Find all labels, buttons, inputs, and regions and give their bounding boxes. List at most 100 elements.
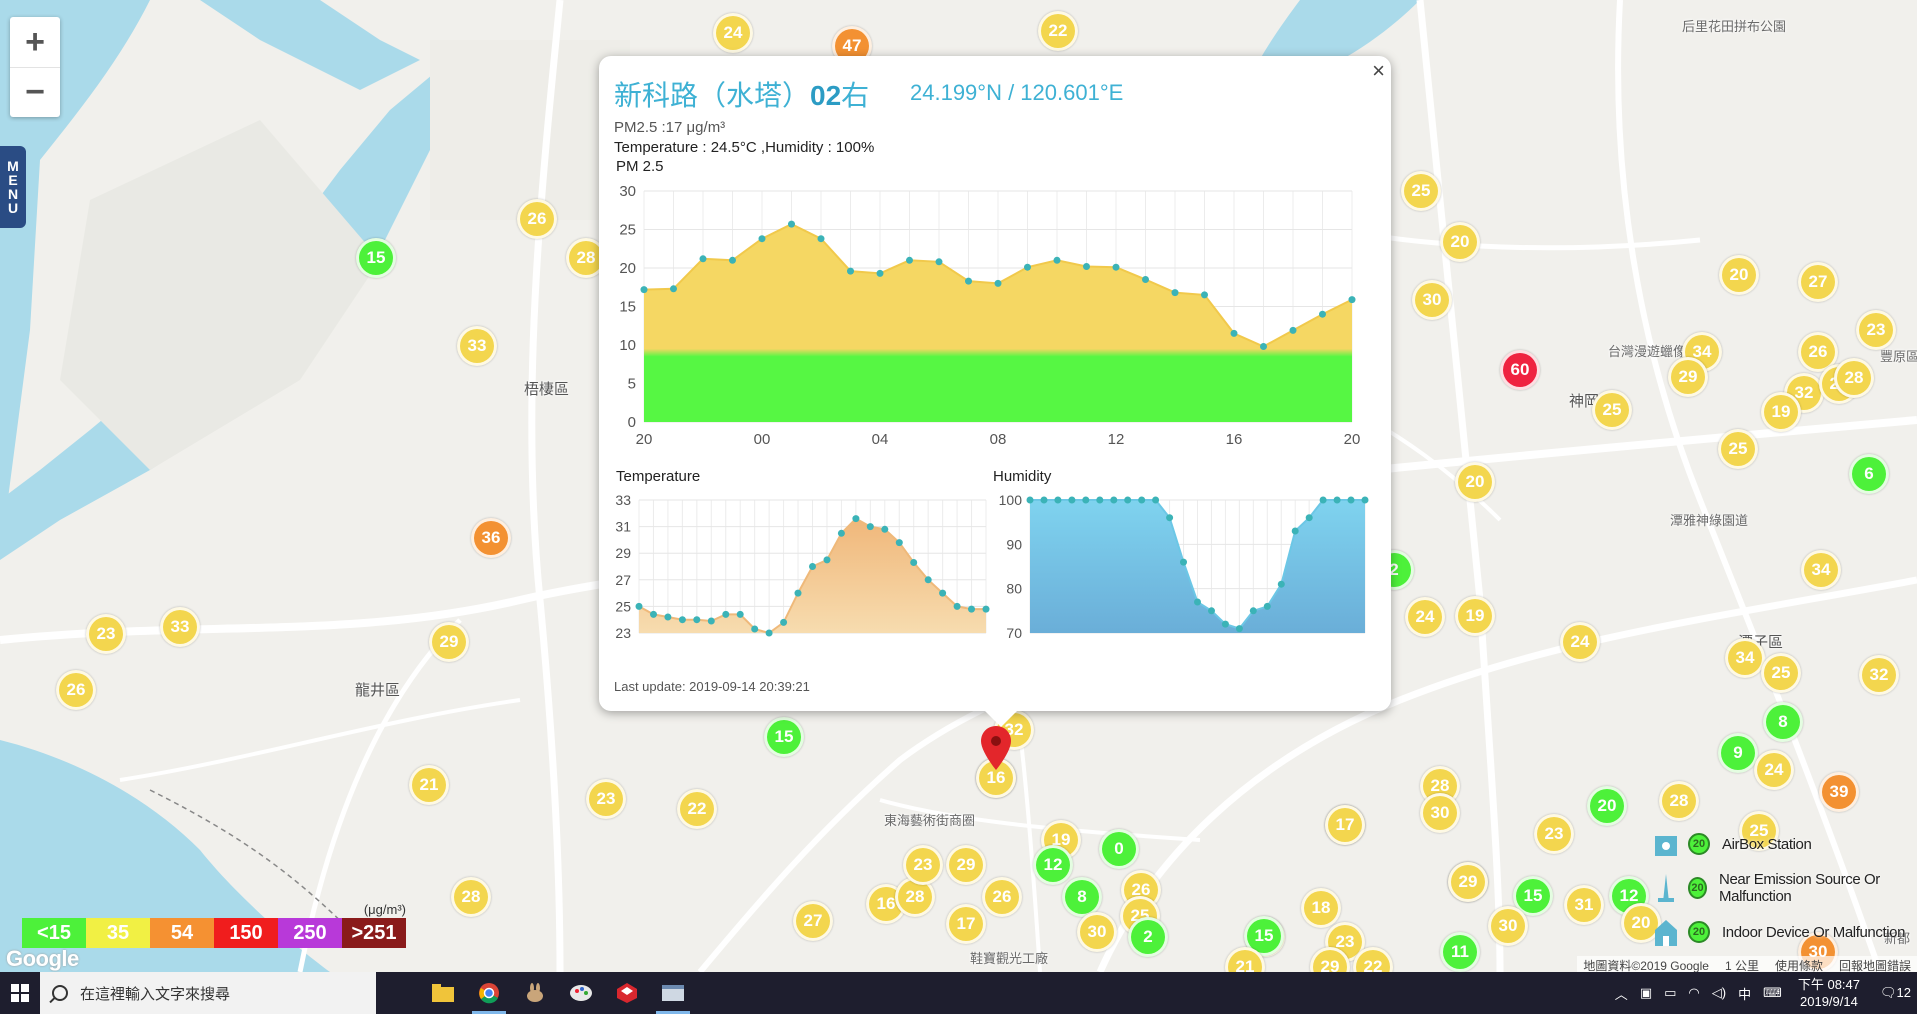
data-point bbox=[1291, 527, 1299, 535]
airbox-marker[interactable]: 17 bbox=[1325, 805, 1365, 845]
airbox-marker[interactable]: 25 bbox=[1401, 171, 1441, 211]
data-point bbox=[1054, 496, 1062, 504]
airbox-marker[interactable]: 8 bbox=[1763, 702, 1803, 742]
charts-svg: 0 5 10 15 20 25 30 20 00 04 08 12 16 20 23 25 27 29 31 33 70… bbox=[615, 183, 1369, 641]
airbox-marker[interactable]: 30 bbox=[1077, 912, 1117, 952]
keyboard-icon[interactable]: ⌨ bbox=[1763, 985, 1782, 1001]
airbox-marker[interactable]: 17 bbox=[946, 904, 986, 944]
airbox-marker[interactable]: 15 bbox=[356, 238, 396, 278]
airbox-marker[interactable]: 26 bbox=[56, 670, 96, 710]
map-label: 后里花田拼布公園 bbox=[1682, 19, 1787, 34]
airbox-marker[interactable]: 23 bbox=[86, 614, 126, 654]
app-button[interactable] bbox=[558, 972, 604, 1014]
airbox-marker[interactable]: 23 bbox=[1856, 310, 1896, 350]
airbox-marker[interactable]: 26 bbox=[982, 877, 1022, 917]
airbox-marker[interactable]: 24 bbox=[1405, 597, 1445, 637]
data-point bbox=[982, 605, 990, 613]
location-pin-icon[interactable] bbox=[979, 724, 1013, 772]
airbox-marker[interactable]: 20 bbox=[1455, 462, 1495, 502]
airbox-marker[interactable]: 24 bbox=[1754, 750, 1794, 790]
airbox-marker[interactable]: 6 bbox=[1849, 454, 1889, 494]
airbox-marker[interactable]: 24 bbox=[713, 13, 753, 53]
data-point bbox=[1249, 607, 1257, 615]
wifi-icon[interactable]: ◠ bbox=[1688, 985, 1699, 1001]
zoom-out-button[interactable]: − bbox=[10, 67, 60, 117]
airbox-marker[interactable]: 29 bbox=[946, 845, 986, 885]
airbox-marker[interactable]: 18 bbox=[1301, 888, 1341, 928]
airbox-marker[interactable]: 20 bbox=[1440, 222, 1480, 262]
airbox-marker[interactable]: 25 bbox=[1718, 429, 1758, 469]
airbox-marker[interactable]: 27 bbox=[1798, 262, 1838, 302]
airbox-marker[interactable]: 2 bbox=[1128, 917, 1168, 957]
airbox-marker[interactable]: 25 bbox=[1761, 653, 1801, 693]
airbox-marker[interactable]: 11 bbox=[1440, 932, 1480, 972]
data-point bbox=[736, 610, 744, 618]
airbox-marker[interactable]: 25 bbox=[1592, 390, 1632, 430]
airbox-marker[interactable]: 30 bbox=[1412, 280, 1452, 320]
network-icon[interactable]: ▣ bbox=[1640, 985, 1652, 1001]
file-explorer-button[interactable] bbox=[420, 972, 466, 1014]
data-point bbox=[758, 235, 766, 243]
data-point bbox=[906, 256, 913, 264]
airbox-marker[interactable]: 28 bbox=[1834, 358, 1874, 398]
airbox-marker[interactable]: 33 bbox=[160, 607, 200, 647]
airbox-marker[interactable]: 33 bbox=[457, 326, 497, 366]
airbox-marker[interactable]: 0 bbox=[1099, 829, 1139, 869]
airbox-marker[interactable]: 34 bbox=[1725, 638, 1765, 678]
data-point bbox=[968, 605, 975, 613]
app-button[interactable] bbox=[604, 972, 650, 1014]
chrome-button[interactable] bbox=[466, 972, 512, 1014]
data-point bbox=[1221, 620, 1229, 628]
legend-item: 250 bbox=[278, 918, 342, 948]
airbox-marker[interactable]: 23 bbox=[586, 779, 626, 819]
airbox-marker[interactable]: 8 bbox=[1062, 877, 1102, 917]
start-button[interactable] bbox=[0, 972, 40, 1014]
airbox-marker[interactable]: 31 bbox=[1564, 885, 1604, 925]
airbox-marker[interactable]: 22 bbox=[677, 789, 717, 829]
airbox-marker[interactable]: 29 bbox=[1668, 357, 1708, 397]
airbox-marker[interactable]: 29 bbox=[1448, 862, 1488, 902]
airbox-marker[interactable]: 29 bbox=[429, 622, 469, 662]
airbox-marker[interactable]: 15 bbox=[764, 717, 804, 757]
clock[interactable]: 下午 08:47 2019/9/14 bbox=[1798, 976, 1860, 1010]
airbox-marker[interactable]: 23 bbox=[1534, 814, 1574, 854]
data-point bbox=[895, 539, 903, 547]
airbox-marker[interactable]: 23 bbox=[903, 845, 943, 885]
airbox-marker[interactable]: 20 bbox=[1719, 255, 1759, 295]
app-button[interactable] bbox=[650, 972, 696, 1014]
airbox-marker[interactable]: 34 bbox=[1801, 550, 1841, 590]
airbox-marker[interactable]: 19 bbox=[1455, 596, 1495, 636]
volume-icon[interactable]: ◁) bbox=[1712, 985, 1726, 1001]
airbox-marker[interactable]: 32 bbox=[1859, 655, 1899, 695]
airbox-marker[interactable]: 26 bbox=[517, 199, 557, 239]
menu-button[interactable]: M E N U bbox=[0, 146, 26, 228]
taskbar-search-box[interactable]: 在這裡輸入文字來搜尋 bbox=[40, 972, 376, 1014]
airbox-marker[interactable]: 9 bbox=[1718, 733, 1758, 773]
airbox-marker[interactable]: 36 bbox=[471, 518, 511, 558]
app-button[interactable] bbox=[512, 972, 558, 1014]
data-point bbox=[780, 618, 788, 626]
airbox-marker[interactable]: 30 bbox=[1420, 793, 1460, 833]
y-tick-label: 33 bbox=[615, 492, 631, 508]
airbox-marker[interactable]: 39 bbox=[1819, 772, 1859, 812]
notification-icon[interactable]: 🗨12 bbox=[1880, 985, 1911, 1001]
ime-indicator[interactable]: 中 bbox=[1738, 984, 1751, 1003]
airbox-marker[interactable]: 27 bbox=[793, 901, 833, 941]
chevron-up-icon[interactable]: ︿ bbox=[1615, 984, 1628, 1003]
airbox-marker[interactable]: 19 bbox=[1761, 392, 1801, 432]
airbox-marker[interactable]: 24 bbox=[1560, 622, 1600, 662]
airbox-marker[interactable]: 60 bbox=[1500, 350, 1540, 390]
airbox-marker[interactable]: 12 bbox=[1033, 845, 1073, 885]
airbox-icon bbox=[1652, 828, 1682, 860]
airbox-marker[interactable]: 30 bbox=[1488, 906, 1528, 946]
map-label: 東海藝術街商圈 bbox=[884, 813, 976, 828]
airbox-marker[interactable]: 21 bbox=[409, 765, 449, 805]
battery-icon[interactable]: ▭ bbox=[1664, 985, 1676, 1001]
airbox-marker[interactable]: 20 bbox=[1587, 786, 1627, 826]
airbox-marker[interactable]: 28 bbox=[451, 877, 491, 917]
zoom-in-button[interactable]: + bbox=[10, 17, 60, 67]
data-point bbox=[1053, 256, 1061, 264]
data-point bbox=[965, 277, 972, 285]
airbox-marker[interactable]: 22 bbox=[1038, 11, 1078, 51]
airbox-marker[interactable]: 28 bbox=[1659, 781, 1699, 821]
